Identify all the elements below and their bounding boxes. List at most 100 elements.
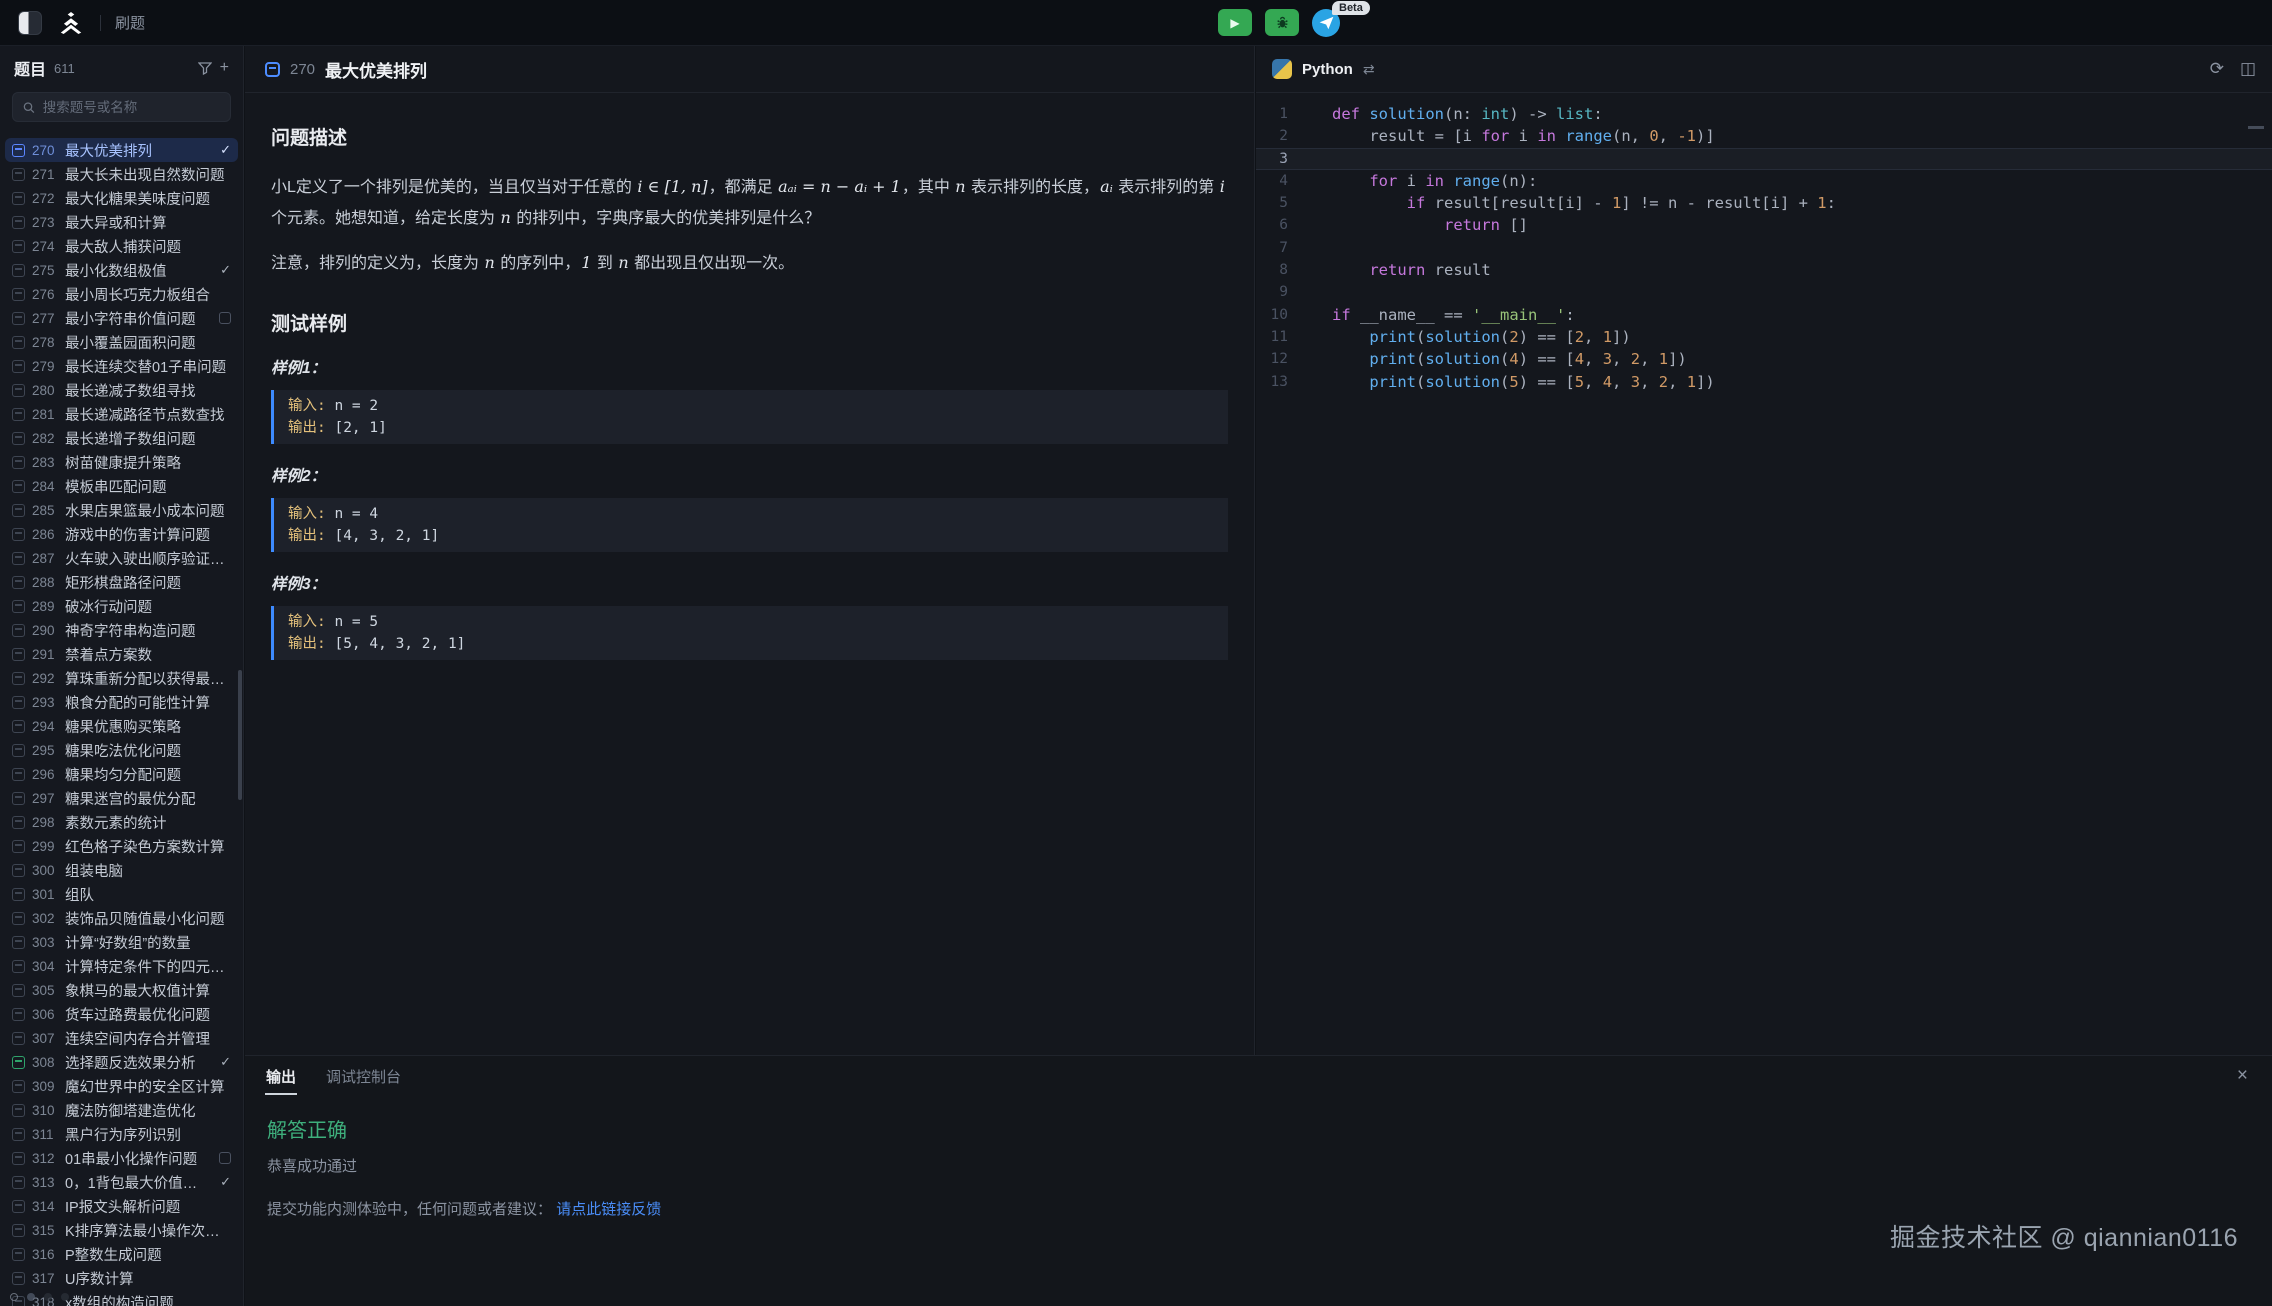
problem-item-number: 298 <box>32 815 58 830</box>
language-switch-icon[interactable]: ⇄ <box>1363 61 1375 78</box>
problem-type-icon <box>12 960 25 973</box>
result-subtitle: 恭喜成功通过 <box>267 1155 2250 1176</box>
problem-list-item[interactable]: 283树苗健康提升策略 <box>0 450 243 474</box>
line-number: 2 <box>1256 125 1304 147</box>
problem-list-item[interactable]: 271最大长未出现自然数问题 <box>0 162 243 186</box>
code-line[interactable]: 7 <box>1256 237 2272 259</box>
problem-list-item[interactable]: 272最大化糖果美味度问题 <box>0 186 243 210</box>
problem-list-item[interactable]: 288矩形棋盘路径问题 <box>0 570 243 594</box>
problem-item-title: 最长递减路径节点数查找 <box>65 404 231 425</box>
problem-list-item[interactable]: 304计算特定条件下的四元组数量 <box>0 954 243 978</box>
code-line[interactable]: 12 print(solution(4) == [4, 3, 2, 1]) <box>1256 348 2272 370</box>
problem-list-item[interactable]: 290神奇字符串构造问题 <box>0 618 243 642</box>
code-line[interactable]: 9 <box>1256 281 2272 303</box>
problem-list-item[interactable]: 298素数元素的统计 <box>0 810 243 834</box>
problem-list-item[interactable]: 270最大优美排列✓ <box>5 138 238 162</box>
problem-list-item[interactable]: 275最小化数组极值✓ <box>0 258 243 282</box>
problem-list-item[interactable]: 305象棋马的最大权值计算 <box>0 978 243 1002</box>
problem-list-item[interactable]: 307连续空间内存合并管理 <box>0 1026 243 1050</box>
problem-item-number: 285 <box>32 503 58 518</box>
sidebar-toggle-icon[interactable] <box>18 11 42 35</box>
problem-list-item[interactable]: 276最小周长巧克力板组合 <box>0 282 243 306</box>
problem-item-number: 295 <box>32 743 58 758</box>
problem-paragraph: 小L定义了一个排列是优美的，当且仅当对于任意的 i ∈ [1, n]，都满足 a… <box>271 172 1228 234</box>
problem-list-item[interactable]: 310 魔法防御塔建造优化 <box>0 1098 243 1122</box>
code-line[interactable]: 10if __name__ == '__main__': <box>1256 304 2272 326</box>
juejin-logo-icon[interactable] <box>56 12 86 34</box>
code-line[interactable]: 4 for i in range(n): <box>1256 170 2272 192</box>
problem-list-item[interactable]: 284模板串匹配问题 <box>0 474 243 498</box>
problem-list-item[interactable]: 286游戏中的伤害计算问题 <box>0 522 243 546</box>
problem-list-item[interactable]: 282最长递增子数组问题 <box>0 426 243 450</box>
problem-list-item[interactable]: 285水果店果篮最小成本问题 <box>0 498 243 522</box>
problem-list-item[interactable]: 277最小字符串价值问题 <box>0 306 243 330</box>
problem-list-item[interactable]: 296糖果均匀分配问题 <box>0 762 243 786</box>
tab-debug-console[interactable]: 调试控制台 <box>325 1056 402 1097</box>
problem-list-item[interactable]: 311黑户行为序列识别 <box>0 1122 243 1146</box>
problem-list-item[interactable]: 299红色格子染色方案数计算 <box>0 834 243 858</box>
close-panel-icon[interactable]: × <box>2237 1065 2248 1087</box>
problem-list-item[interactable]: 293粮食分配的可能性计算 <box>0 690 243 714</box>
problem-list-item[interactable]: 295 糖果吃法优化问题 <box>0 738 243 762</box>
search-box[interactable] <box>12 92 231 122</box>
problem-item-number: 274 <box>32 239 58 254</box>
problem-list-item[interactable]: 291禁着点方案数 <box>0 642 243 666</box>
sidebar-header: 题目 611 + <box>0 46 243 90</box>
code-line[interactable]: 5 if result[result[i] - 1] != n - result… <box>1256 192 2272 214</box>
problem-list-item[interactable]: 316P整数生成问题 <box>0 1242 243 1266</box>
problem-item-title: 糖果吃法优化问题 <box>65 740 231 761</box>
tab-output[interactable]: 输出 <box>265 1056 297 1097</box>
problem-list-item[interactable]: 306货车过路费最优化问题 <box>0 1002 243 1026</box>
problem-item-title: 魔法防御塔建造优化 <box>65 1100 231 1121</box>
problem-list-item[interactable]: 289破冰行动问题 <box>0 594 243 618</box>
problem-list-item[interactable]: 3130，1背包最大价值问题✓ <box>0 1170 243 1194</box>
problem-list-item[interactable]: 274最大敌人捕获问题 <box>0 234 243 258</box>
problem-list-item[interactable]: 301组队 <box>0 882 243 906</box>
problem-type-icon <box>12 264 25 277</box>
code-line[interactable]: 6 return [] <box>1256 214 2272 236</box>
problem-list-item[interactable]: 273最大异或和计算 <box>0 210 243 234</box>
problem-list-item[interactable]: 294糖果优惠购买策略 <box>0 714 243 738</box>
run-button[interactable]: ▶ <box>1218 9 1252 36</box>
line-number: 12 <box>1256 348 1304 370</box>
problem-list-item[interactable]: 31201串最小化操作问题 <box>0 1146 243 1170</box>
problem-list-item[interactable]: 314IP报文头解析问题 <box>0 1194 243 1218</box>
problem-list-item[interactable]: 280 最长递减子数组寻找 <box>0 378 243 402</box>
problem-item-number: 287 <box>32 551 58 566</box>
sample-label: 样例1： <box>271 356 1228 378</box>
problem-item-number: 300 <box>32 863 58 878</box>
problem-list-item[interactable]: 309魔幻世界中的安全区计算 <box>0 1074 243 1098</box>
code-line[interactable]: 11 print(solution(2) == [2, 1]) <box>1256 326 2272 348</box>
debug-button[interactable] <box>1265 9 1299 36</box>
code-line[interactable]: 2 result = [i for i in range(n, 0, -1)] <box>1256 125 2272 147</box>
problem-list-item[interactable]: 279最长连续交替01子串问题 <box>0 354 243 378</box>
problem-item-number: 310 <box>32 1103 58 1118</box>
problem-item-title: 最长递减子数组寻找 <box>65 380 231 401</box>
filter-icon[interactable] <box>198 62 212 75</box>
code-line[interactable]: 8 return result <box>1256 259 2272 281</box>
reset-code-icon[interactable]: ⟳ <box>2210 59 2224 79</box>
problem-list-item[interactable]: 315K排序算法最小操作次数计算 <box>0 1218 243 1242</box>
problem-list-item[interactable]: 302装饰品贝随值最小化问题 <box>0 906 243 930</box>
search-input[interactable] <box>43 100 220 115</box>
code-line[interactable]: 3 <box>1256 148 2272 170</box>
problem-list-item[interactable]: 297糖果迷宫的最优分配 <box>0 786 243 810</box>
problem-list-item[interactable]: 278最小覆盖园面积问题 <box>0 330 243 354</box>
problem-list-item[interactable]: 281最长递减路径节点数查找 <box>0 402 243 426</box>
add-problem-icon[interactable]: + <box>220 59 229 77</box>
problem-list-item[interactable]: 287火车驶入驶出顺序验证问题 <box>0 546 243 570</box>
problem-list-item[interactable]: 308选择题反选效果分析✓ <box>0 1050 243 1074</box>
problem-list-item[interactable]: 300组装电脑 <box>0 858 243 882</box>
layout-panel-icon[interactable]: ◫ <box>2240 59 2256 79</box>
code-editor[interactable]: 1def solution(n: int) -> list:2 result =… <box>1256 93 2272 393</box>
code-line[interactable]: 1def solution(n: int) -> list: <box>1256 103 2272 125</box>
feedback-link[interactable]: 请点此链接反馈 <box>556 1201 661 1218</box>
problem-list-item[interactable]: 292算珠重新分配以获得最小值 <box>0 666 243 690</box>
problem-type-icon <box>12 216 25 229</box>
code-line[interactable]: 13 print(solution(5) == [5, 4, 3, 2, 1]) <box>1256 371 2272 393</box>
problem-item-number: 280 <box>32 383 58 398</box>
sidebar-scrollbar[interactable] <box>238 670 242 800</box>
problem-list-item[interactable]: 317U序数计算 <box>0 1266 243 1290</box>
corner-dot <box>27 1293 35 1301</box>
problem-list-item[interactable]: 303计算“好数组”的数量 <box>0 930 243 954</box>
